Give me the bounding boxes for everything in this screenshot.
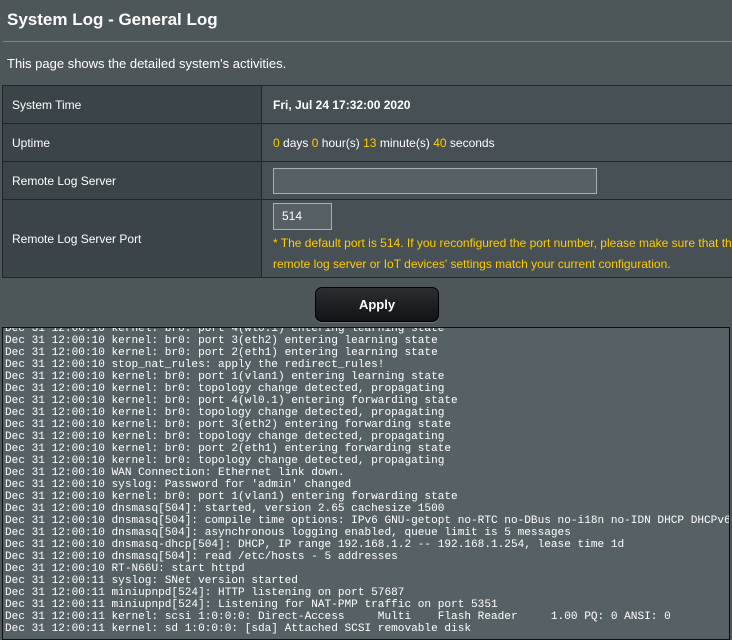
remote-log-port-cell: * The default port is 514. If you reconf… [261, 199, 732, 278]
uptime-hours-unit: hour(s) [321, 135, 360, 150]
uptime-minutes: 13 [363, 135, 377, 150]
log-line: Dec 31 12:00:10 RT-N66U: start httpd [5, 563, 245, 575]
uptime-hours: 0 [311, 135, 319, 150]
log-line: Dec 31 12:00:10 dnsmasq[504]: read /etc/… [5, 551, 398, 563]
remote-log-port-row: Remote Log Server Port * The default por… [2, 199, 732, 278]
log-line: Dec 31 12:00:11 syslog: SNet version sta… [5, 575, 298, 587]
remote-log-port-input[interactable] [273, 202, 332, 230]
log-line: Dec 31 12:00:10 kernel: br0: port 4(wl0.… [5, 395, 458, 407]
log-line: Dec 31 12:00:10 kernel: br0: port 2(eth1… [5, 443, 452, 455]
log-content: Dec 31 12:00:10 kernel: br0: port 4(wl0.… [5, 327, 730, 635]
system-time-label: System Time [2, 85, 262, 124]
log-line: Dec 31 12:00:10 kernel: br0: port 2(eth1… [5, 347, 438, 359]
log-line: Dec 31 12:00:10 dnsmasq[504]: compile ti… [5, 515, 730, 527]
log-line: Dec 31 12:00:10 kernel: br0: topology ch… [5, 455, 445, 467]
remote-log-port-label: Remote Log Server Port [2, 199, 262, 278]
uptime-minutes-unit: minute(s) [379, 135, 430, 150]
remote-log-server-row: Remote Log Server [2, 161, 732, 200]
log-line: Dec 31 12:00:10 dnsmasq[504]: asynchrono… [5, 527, 571, 539]
system-time-row: System Time Fri, Jul 24 17:32:00 2020 [2, 85, 732, 124]
log-line: Dec 31 12:00:10 kernel: br0: port 1(vlan… [5, 371, 445, 383]
log-line: Dec 31 12:00:10 syslog: Password for 'ad… [5, 479, 352, 491]
log-line: Dec 31 12:00:10 stop_nat_rules: apply th… [5, 359, 385, 371]
uptime-days-unit: days [283, 135, 309, 150]
page-description: This page shows the detailed system's ac… [7, 56, 287, 71]
log-line: Dec 31 12:00:10 dnsmasq[504]: started, v… [5, 503, 445, 515]
general-log-textarea[interactable]: Dec 31 12:00:10 kernel: br0: port 4(wl0.… [2, 327, 730, 640]
system-time-value: Fri, Jul 24 17:32:00 2020 [261, 85, 732, 124]
log-line: Dec 31 12:00:10 dnsmasq-dhcp[504]: DHCP,… [5, 539, 625, 551]
uptime-seconds: 40 [433, 135, 447, 150]
log-line: Dec 31 12:00:10 kernel: br0: port 4(wl0.… [5, 327, 445, 335]
page-title: System Log - General Log [7, 10, 218, 29]
uptime-label: Uptime [2, 123, 262, 162]
apply-button[interactable]: Apply [315, 287, 439, 322]
port-note: * The default port is 514. If you reconf… [273, 233, 732, 275]
uptime-seconds-unit: seconds [449, 135, 495, 150]
log-line: Dec 31 12:00:10 kernel: br0: topology ch… [5, 431, 445, 443]
log-line: Dec 31 12:00:11 miniupnpd[524]: Listenin… [5, 599, 498, 611]
log-line: Dec 31 12:00:11 kernel: scsi 1:0:0:0: Di… [5, 611, 671, 623]
log-line: Dec 31 12:00:10 WAN Connection: Ethernet… [5, 467, 345, 479]
uptime-value: 0 days 0 hour(s) 13 minute(s) 40 seconds [261, 123, 732, 162]
log-line: Dec 31 12:00:10 kernel: br0: topology ch… [5, 407, 445, 419]
log-line: Dec 31 12:00:11 kernel: sd 1:0:0:0: [sda… [5, 623, 472, 635]
port-note-line-2: remote log server or IoT devices' settin… [273, 256, 671, 271]
remote-log-server-cell [261, 161, 732, 200]
log-line: Dec 31 12:00:11 miniupnpd[524]: HTTP lis… [5, 587, 405, 599]
uptime-days: 0 [273, 135, 280, 150]
remote-log-server-input[interactable] [273, 167, 597, 194]
port-note-line-1: * The default port is 514. If you reconf… [273, 235, 732, 250]
log-line: Dec 31 12:00:10 kernel: br0: topology ch… [5, 383, 445, 395]
log-line: Dec 31 12:00:10 kernel: br0: port 1(vlan… [5, 491, 458, 503]
remote-log-server-label: Remote Log Server [2, 161, 262, 200]
log-line: Dec 31 12:00:10 kernel: br0: port 3(eth2… [5, 419, 452, 431]
uptime-row: Uptime 0 days 0 hour(s) 13 minute(s) 40 … [2, 123, 732, 162]
title-divider [3, 41, 732, 42]
log-line: Dec 31 12:00:10 kernel: br0: port 3(eth2… [5, 335, 438, 347]
log-settings-table: System Time Fri, Jul 24 17:32:00 2020 Up… [2, 85, 732, 278]
